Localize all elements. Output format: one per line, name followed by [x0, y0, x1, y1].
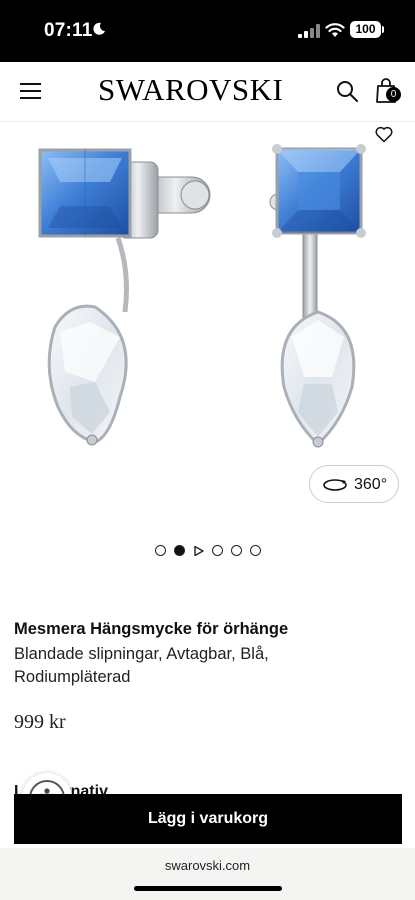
product-subtitle: Blandade slipningar, Avtagbar, Blå, Rodi… [14, 645, 269, 686]
product-price: 999 kr [14, 711, 66, 733]
hamburger-menu-icon[interactable] [20, 83, 41, 100]
cart-count-badge: 0 [386, 87, 401, 102]
cellular-signal-icon [298, 24, 320, 38]
home-indicator [134, 886, 282, 891]
right-earring [269, 144, 366, 448]
product-title: Mesmera Hängsmycke för örhänge [14, 620, 289, 638]
battery-indicator: 100 [350, 21, 381, 38]
carousel-video-play-icon[interactable] [194, 546, 204, 556]
image-carousel-indicators [155, 545, 265, 557]
browser-url[interactable]: swarovski.com [0, 858, 415, 873]
add-to-cart-button[interactable]: Lägg i varukorg [14, 794, 402, 844]
site-header: SWAROVSKI 0 [0, 62, 415, 122]
rotate-360-icon [323, 479, 347, 491]
wifi-icon [325, 23, 345, 37]
heart-icon [375, 126, 393, 143]
browser-address-bar[interactable]: swarovski.com [0, 848, 415, 900]
carousel-dot[interactable] [155, 545, 166, 556]
moon-icon [93, 22, 105, 35]
view-360-label: 360° [354, 476, 388, 493]
status-time: 07:11 [44, 20, 93, 41]
left-earring [38, 148, 211, 446]
carousel-dot[interactable] [231, 545, 242, 556]
view-360-button[interactable]: 360° [309, 465, 399, 503]
battery-tip [382, 26, 384, 33]
status-bar: 07:11 100 [0, 0, 415, 62]
carousel-dot-active[interactable] [174, 545, 185, 556]
carousel-dot[interactable] [212, 545, 223, 556]
brand-logo[interactable]: SWAROVSKI [98, 72, 283, 108]
search-icon[interactable] [335, 79, 359, 103]
carousel-dot[interactable] [250, 545, 261, 556]
